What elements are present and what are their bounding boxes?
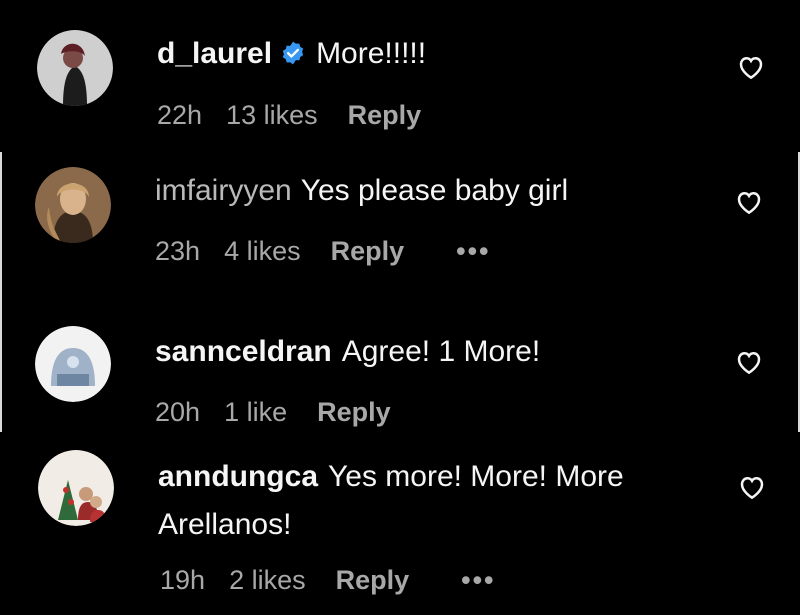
- comment-line: d_laurel More!!!!!: [157, 36, 426, 72]
- comment-text: Yes please baby girl: [300, 174, 569, 207]
- heart-icon[interactable]: [736, 52, 766, 82]
- comment-time: 23h: [155, 236, 201, 266]
- comment-line: anndungca Yes more! More! More: [158, 459, 624, 495]
- heart-icon[interactable]: [737, 472, 767, 502]
- comment-meta: 22h 13 likes Reply: [157, 99, 445, 131]
- avatar[interactable]: [37, 30, 113, 106]
- reply-button[interactable]: Reply: [317, 397, 391, 427]
- verified-badge-icon: [280, 39, 306, 65]
- username[interactable]: anndungca: [158, 460, 318, 493]
- comment-text: Yes more! More! More: [328, 460, 624, 493]
- username[interactable]: imfairyyen: [155, 174, 292, 207]
- reply-button[interactable]: Reply: [336, 565, 410, 595]
- like-count[interactable]: 13 likes: [226, 100, 318, 130]
- avatar[interactable]: [38, 450, 114, 526]
- comment-meta: 19h 2 likes Reply •••: [160, 564, 519, 596]
- like-count[interactable]: 4 likes: [224, 236, 301, 266]
- comment-text: More!!!!!: [316, 37, 427, 70]
- reply-button[interactable]: Reply: [348, 100, 422, 130]
- more-options-icon[interactable]: •••: [456, 236, 490, 266]
- username[interactable]: sannceldran: [155, 335, 332, 368]
- panel-border-left: [0, 152, 2, 432]
- avatar[interactable]: [35, 167, 111, 243]
- comment-meta: 20h 1 like Reply: [155, 396, 415, 428]
- avatar[interactable]: [35, 326, 111, 402]
- comment-meta: 23h 4 likes Reply •••: [155, 235, 514, 267]
- like-count[interactable]: 1 like: [224, 397, 287, 427]
- comment-text: Agree! 1 More!: [341, 335, 541, 368]
- comment-line: imfairyyen Yes please baby girl: [155, 173, 568, 209]
- comment-text-continued: Arellanos!: [158, 508, 292, 541]
- like-count[interactable]: 2 likes: [229, 565, 306, 595]
- comment-line: sannceldran Agree! 1 More!: [155, 334, 540, 370]
- reply-button[interactable]: Reply: [331, 236, 405, 266]
- heart-icon[interactable]: [734, 187, 764, 217]
- comment-time: 20h: [155, 397, 201, 427]
- heart-icon[interactable]: [734, 347, 764, 377]
- more-options-icon[interactable]: •••: [461, 565, 495, 595]
- comment-time: 22h: [157, 100, 203, 130]
- username[interactable]: d_laurel: [157, 37, 272, 70]
- comment-time: 19h: [160, 565, 206, 595]
